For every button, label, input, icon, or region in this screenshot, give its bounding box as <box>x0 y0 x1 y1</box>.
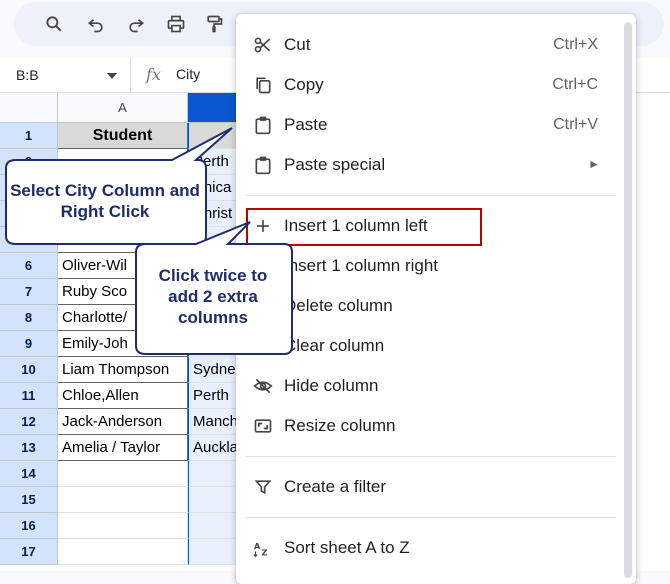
clipboard-icon <box>252 114 274 136</box>
sort-az-icon: AZ <box>252 537 274 559</box>
menu-item-shortcut: Ctrl+X <box>553 36 598 53</box>
row-header[interactable]: 11 <box>0 383 58 409</box>
menu-separator <box>246 456 616 457</box>
name-box-value: B:B <box>16 67 39 83</box>
menu-item-label: Copy <box>284 75 324 94</box>
cell-a[interactable]: Liam Thompson <box>58 357 188 383</box>
row-header[interactable]: 12 <box>0 409 58 435</box>
menu-separator <box>246 195 616 196</box>
chevron-down-icon[interactable] <box>106 69 118 87</box>
row-header[interactable]: 17 <box>0 539 58 565</box>
cell-a[interactable] <box>58 539 188 565</box>
cell-a[interactable] <box>58 513 188 539</box>
formula-input[interactable]: City <box>176 66 200 82</box>
row-header[interactable]: 1 <box>0 123 58 149</box>
select-all-corner[interactable] <box>0 93 58 123</box>
menu-item-label: Insert 1 column right <box>284 256 439 275</box>
row-header[interactable]: 16 <box>0 513 58 539</box>
clipboard-icon <box>252 154 274 176</box>
row-header[interactable]: 6 <box>0 253 58 279</box>
cell-a[interactable]: Emily-Joh <box>58 331 188 357</box>
eye-off-icon <box>252 375 274 397</box>
menu-item-clear[interactable]: Clear column <box>236 326 626 366</box>
search-icon[interactable] <box>42 12 66 36</box>
menu-item-label: Hide column <box>284 376 379 395</box>
menu-item-sort[interactable]: A Z Sort sheet A to Z <box>236 528 626 568</box>
menu-item-paste-special[interactable]: Paste special ► <box>236 145 626 185</box>
redo-icon[interactable] <box>124 12 148 36</box>
row-header[interactable]: 9 <box>0 331 58 357</box>
cell-a[interactable]: Michael B <box>58 227 188 253</box>
menu-item-filter[interactable]: Create a filter <box>236 467 626 507</box>
row-header[interactable]: 13 <box>0 435 58 461</box>
print-icon[interactable] <box>164 12 188 36</box>
row-header[interactable]: 7 <box>0 279 58 305</box>
menu-item-shortcut: Ctrl+V <box>553 116 598 133</box>
menu-item-label: Delete column <box>284 296 393 315</box>
scissors-icon <box>252 34 274 56</box>
cell-a[interactable]: Student <box>58 123 188 149</box>
row-header[interactable]: 15 <box>0 487 58 513</box>
menu-item-delete[interactable]: Delete column <box>236 286 626 326</box>
menu-item-cut[interactable]: Cut Ctrl+X <box>236 25 626 65</box>
menu-item-paste[interactable]: Paste Ctrl+V <box>236 105 626 145</box>
fx-icon: fx <box>146 65 161 84</box>
menu-item-resize[interactable]: Resize column <box>236 406 626 446</box>
menu-separator <box>246 517 616 518</box>
menu-item-copy[interactable]: Copy Ctrl+C <box>236 65 626 105</box>
menu-item-shortcut: Ctrl+C <box>552 76 598 93</box>
cell-a[interactable]: Jack-Anderson <box>58 409 188 435</box>
svg-text:A: A <box>254 541 261 551</box>
insert-left-highlight <box>246 208 482 246</box>
resize-icon <box>252 415 274 437</box>
menu-item-label: Resize column <box>284 416 396 435</box>
paint-format-icon[interactable] <box>202 12 226 36</box>
context-menu: Cut Ctrl+X Copy Ctrl+C Paste Ctrl+V Paste spec… <box>236 14 636 584</box>
cell-a[interactable] <box>58 149 188 175</box>
svg-text:Z: Z <box>261 548 267 558</box>
cell-a[interactable] <box>58 487 188 513</box>
submenu-arrow-icon: ► <box>588 157 600 171</box>
menu-item-label: Paste <box>284 115 328 134</box>
column-header-a[interactable]: A <box>58 93 188 123</box>
cell-a[interactable]: Chloe,Allen <box>58 383 188 409</box>
cell-a[interactable]: Amelia / Taylor <box>58 435 188 461</box>
menu-item-label: Sort sheet A to Z <box>284 538 410 557</box>
row-header[interactable]: 8 <box>0 305 58 331</box>
menu-item-label: Paste special <box>284 155 386 174</box>
menu-item-label: Cut <box>284 35 311 54</box>
close-icon <box>252 335 274 357</box>
copy-icon <box>252 74 274 96</box>
name-box[interactable]: B:B <box>0 58 131 92</box>
menu-item-insert-right[interactable]: Insert 1 column right <box>236 246 626 286</box>
menu-item-hide[interactable]: Hide column <box>236 366 626 406</box>
menu-item-label: Create a filter <box>284 477 387 496</box>
row-header[interactable]: 10 <box>0 357 58 383</box>
menu-item-label: Clear column <box>284 336 385 355</box>
callout-select-city: Select City Column and Right Click <box>10 181 200 221</box>
row-header[interactable]: 14 <box>0 461 58 487</box>
filter-icon <box>252 476 274 498</box>
cell-a[interactable] <box>58 461 188 487</box>
undo-icon[interactable] <box>84 12 108 36</box>
row-header[interactable]: 5 <box>0 227 58 253</box>
callout-click-twice: Click twice to add 2 extra columns <box>158 266 268 327</box>
row-header[interactable]: 2 <box>0 149 58 175</box>
